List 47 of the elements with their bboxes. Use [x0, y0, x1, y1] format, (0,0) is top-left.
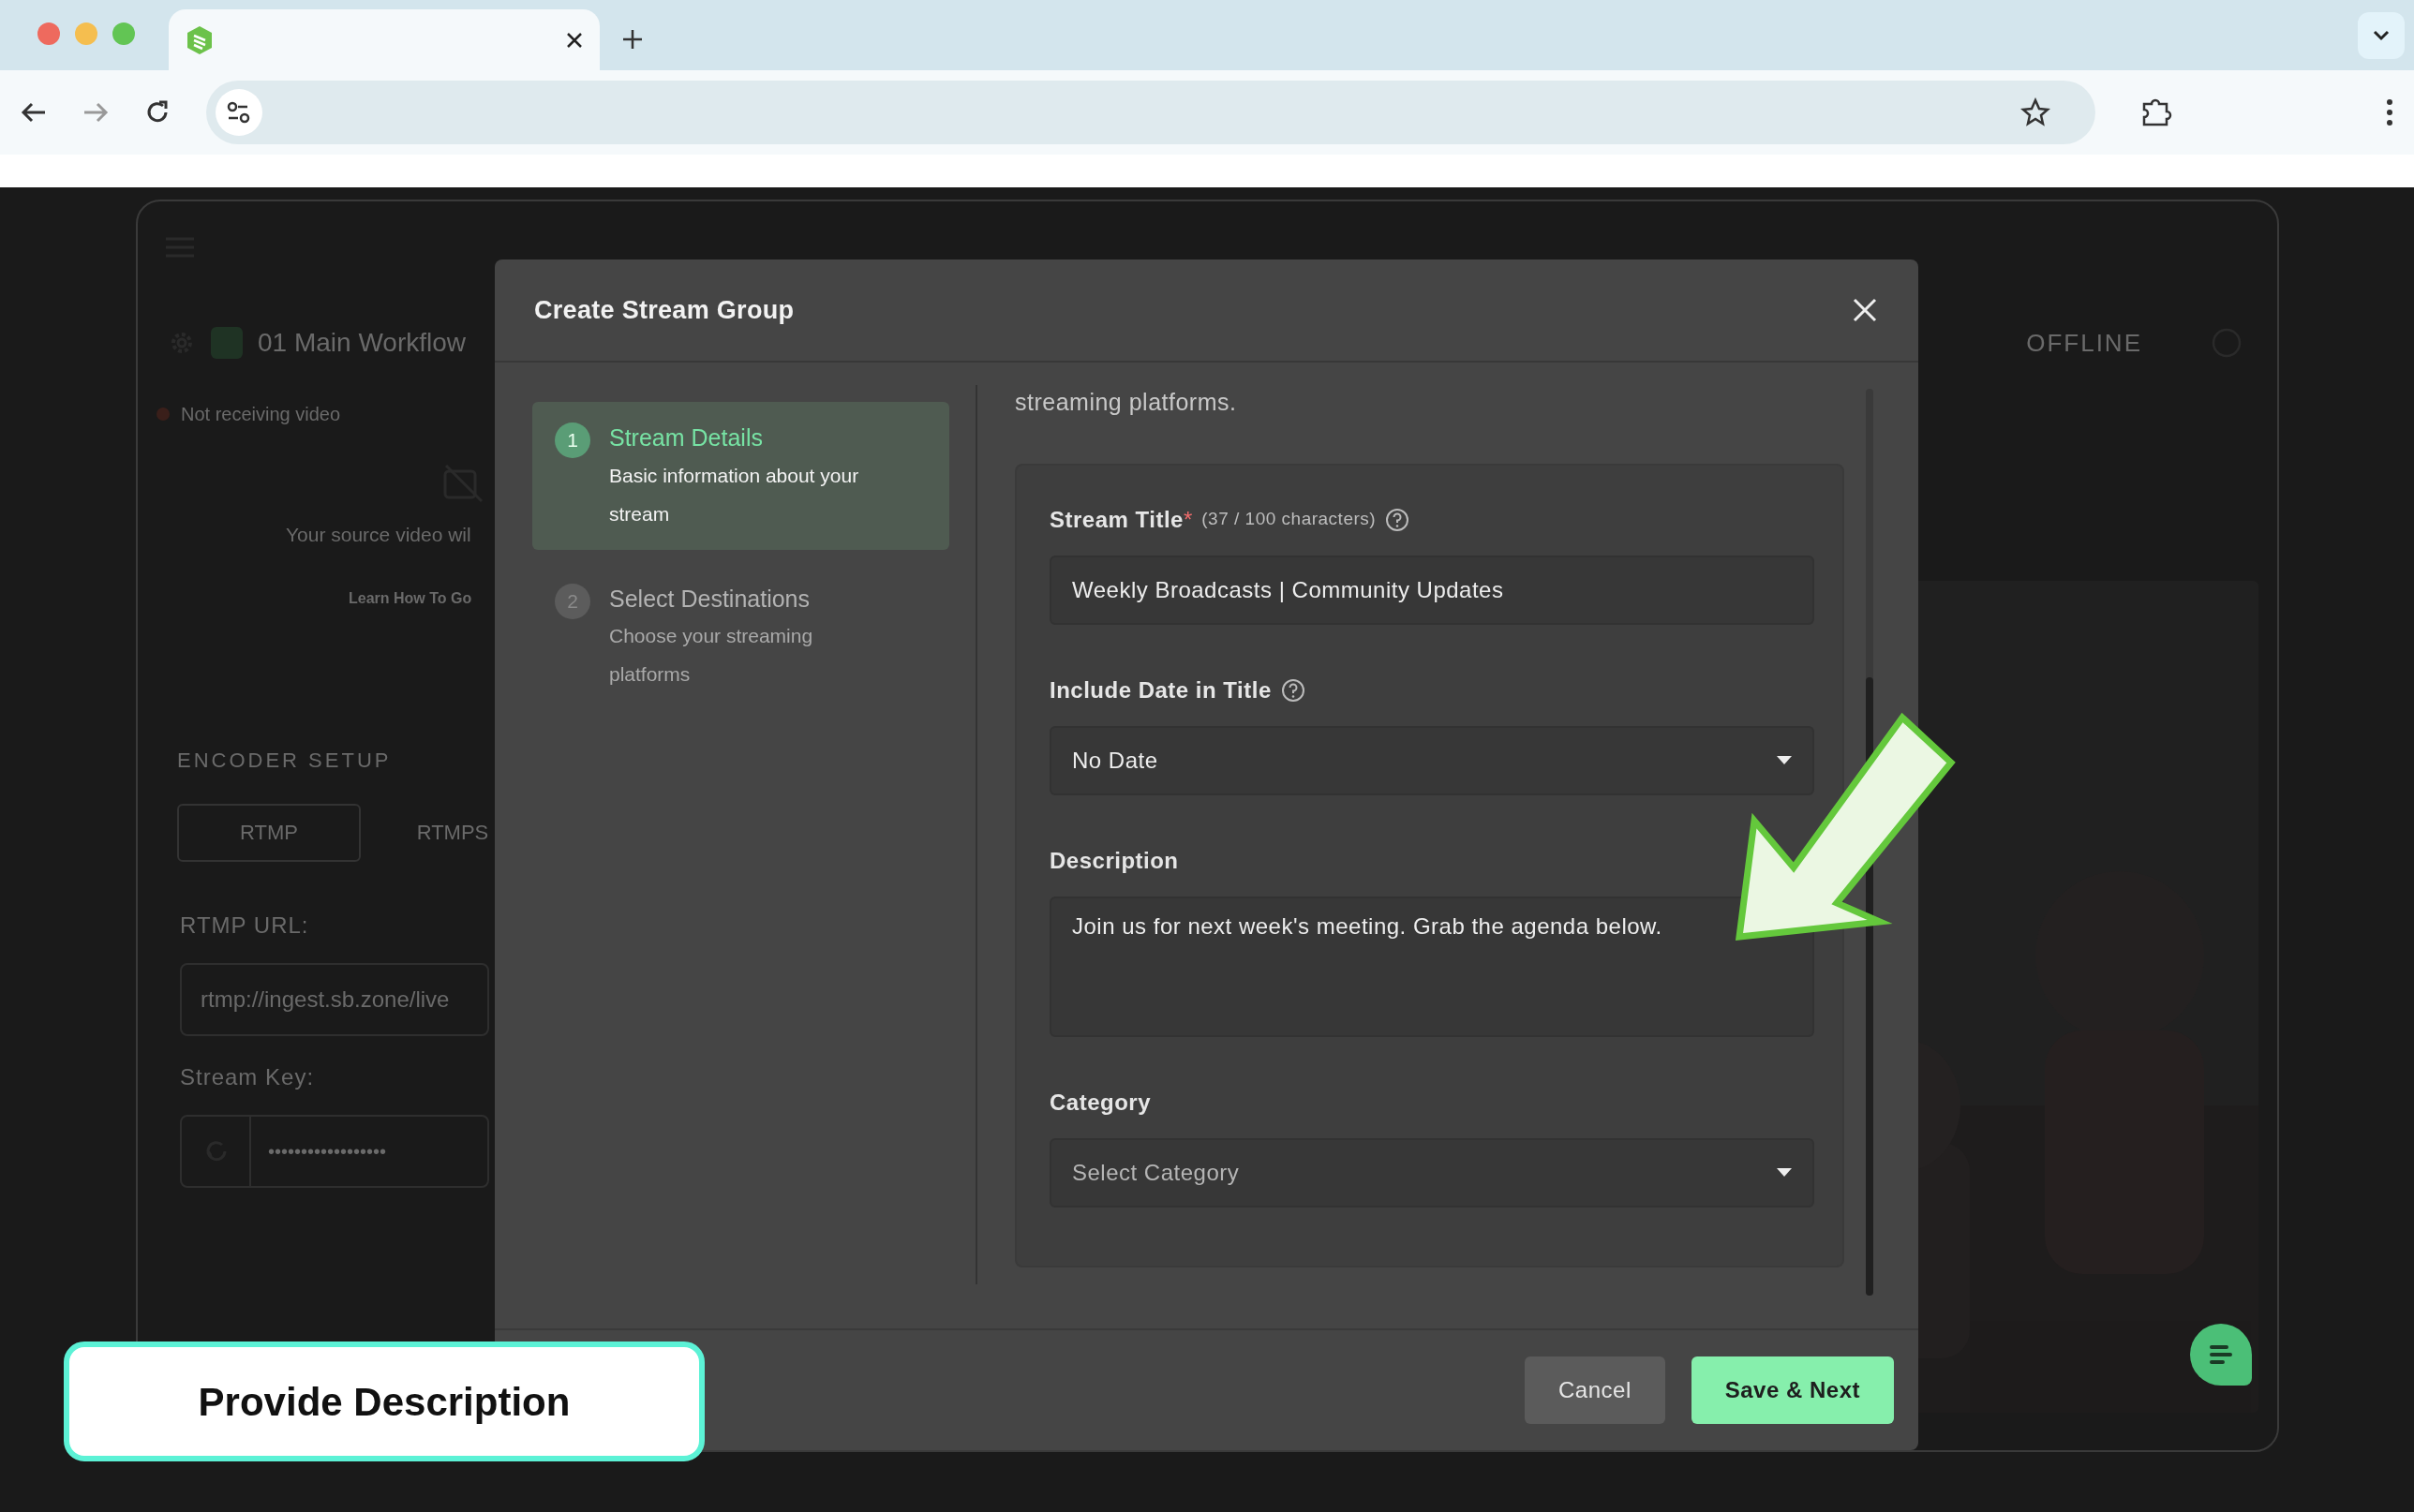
puzzle-icon[interactable]: [2140, 96, 2172, 128]
text-input[interactable]: Weekly Broadcasts | Community Updates: [1050, 555, 1814, 625]
field-label: RTMP URL:: [180, 911, 309, 940]
back-arrow-icon[interactable]: [21, 101, 47, 124]
step-subtitle: Basic information about your stream: [609, 463, 860, 526]
app-logo-icon: [186, 24, 214, 55]
step-item[interactable]: 1 Stream Details Basic information about your stream: [532, 402, 949, 550]
status-dot: [156, 408, 170, 421]
url-field[interactable]: rtmp://ingest.sb.zone/live: [180, 962, 489, 1036]
cancel-button[interactable]: Cancel: [1525, 1356, 1665, 1424]
caret-icon: [1777, 1168, 1792, 1177]
chat-lines-icon: [2208, 1344, 2234, 1365]
field-label: Description: [1050, 846, 1179, 875]
chevron-down-icon[interactable]: [2358, 12, 2405, 59]
caret-icon: [1777, 756, 1792, 764]
step-subtitle: Choose your streaming platforms: [609, 624, 814, 687]
protocol-tab[interactable]: RTMP: [177, 803, 361, 862]
step-title: Stream Details: [609, 423, 764, 452]
status-text: Not receiving video: [181, 403, 341, 426]
required-mark: *: [1183, 505, 1193, 534]
intro-text: streaming platforms.: [1015, 388, 1238, 417]
step-number: 1: [555, 422, 590, 458]
learn-link[interactable]: Learn How To Go: [349, 586, 472, 610]
more-options-icon[interactable]: [2386, 98, 2393, 126]
select-dropdown[interactable]: No Date: [1050, 725, 1814, 795]
forward-arrow-icon[interactable]: [82, 101, 109, 124]
section-heading: ENCODER SETUP: [177, 747, 392, 774]
field-label: Category: [1050, 1088, 1152, 1117]
save-next-button[interactable]: Save & Next: [1691, 1356, 1894, 1424]
field-label: Include Date in Title: [1050, 675, 1272, 704]
preview-message: Your source video wil: [286, 523, 471, 547]
character-counter: (37 / 100 characters): [1201, 508, 1377, 531]
connection-status: OFFLINE: [2026, 327, 2142, 359]
callout-label: Provide Description: [64, 1342, 705, 1461]
field-label: Stream Title: [1050, 505, 1184, 534]
modal-title: Create Stream Group: [534, 294, 795, 326]
step-title: Select Destinations: [609, 584, 811, 614]
close-icon[interactable]: [566, 31, 583, 49]
field-label: Stream Key:: [180, 1062, 315, 1091]
select-dropdown[interactable]: Select Category: [1050, 1137, 1814, 1208]
site-settings-icon[interactable]: [216, 89, 262, 136]
description-textarea[interactable]: Join us for next week's meeting. Grab the agenda below.: [1050, 896, 1814, 1037]
workflow-color-swatch: [211, 327, 243, 359]
workflow-name: 01 Main Workflow: [258, 327, 466, 359]
plus-icon[interactable]: [622, 29, 643, 50]
stream-key-field[interactable]: ••••••••••••••••••: [180, 1114, 489, 1188]
star-icon[interactable]: [2020, 97, 2050, 127]
